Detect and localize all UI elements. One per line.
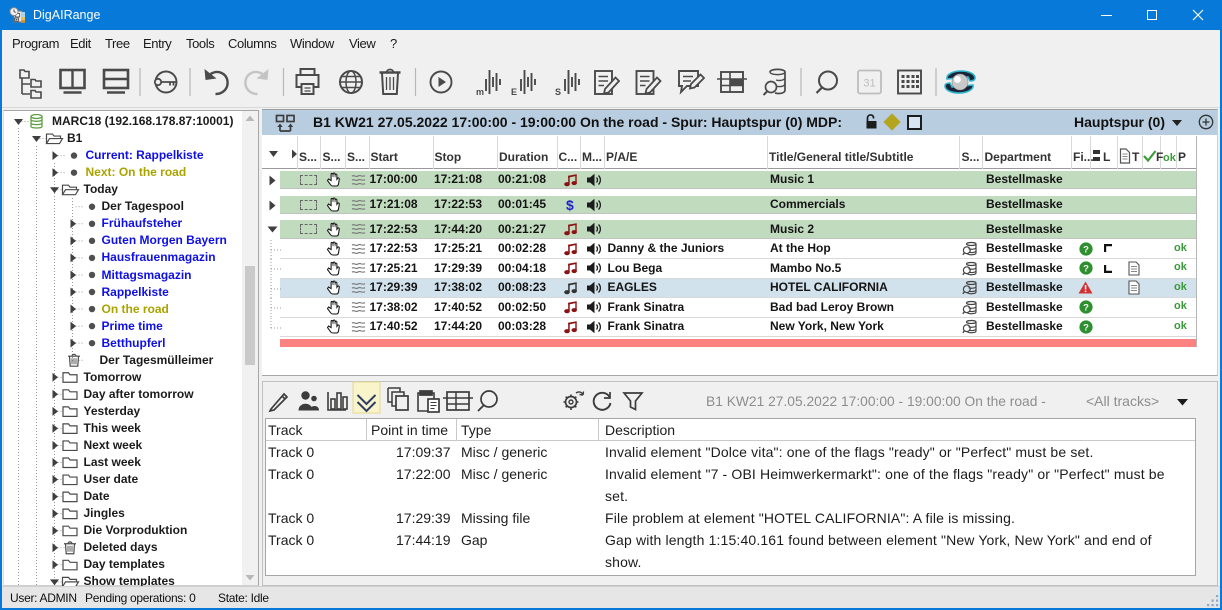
- svg-text:?: ?: [1083, 302, 1089, 313]
- svg-text:E: E: [511, 87, 517, 97]
- svg-text:?: ?: [1083, 244, 1089, 255]
- svg-text:31: 31: [863, 78, 875, 90]
- svg-text:m: m: [476, 87, 484, 97]
- svg-text:S: S: [555, 87, 561, 97]
- svg-text:?: ?: [1083, 322, 1089, 333]
- svg-text:?: ?: [1083, 263, 1089, 274]
